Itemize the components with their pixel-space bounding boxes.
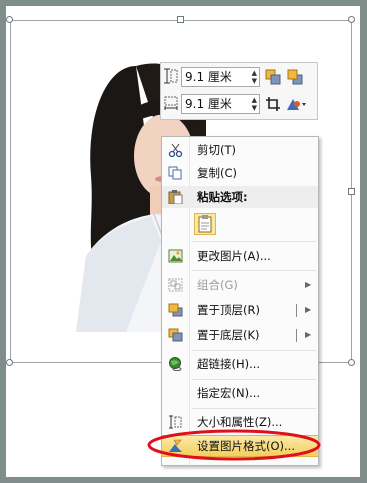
shape-width-icon: [164, 96, 178, 110]
submenu-arrow-icon[interactable]: ▶: [305, 299, 311, 321]
hyperlink-globe-icon: [169, 357, 182, 371]
toolbar-row-height: 9.1 厘米 ▲ ▼: [161, 66, 317, 90]
menu-item-label: 组合(G): [197, 278, 238, 292]
menu-separator: [192, 408, 316, 409]
menu-item-change-picture[interactable]: 更改图片(A)...: [162, 245, 318, 267]
paste-picture-icon: [198, 215, 212, 233]
shape-width-input[interactable]: 9.1 厘米 ▲ ▼: [181, 94, 260, 114]
bring-to-front-icon: [168, 303, 183, 317]
menu-item-label: 置于底层(K): [197, 328, 260, 342]
annotation-ellipse: [147, 429, 321, 461]
shape-width-value: 9.1 厘米: [185, 97, 232, 111]
spin-arrows-icon[interactable]: ▲ ▼: [252, 69, 257, 85]
menu-item-label: 粘贴选项:: [197, 190, 248, 204]
menu-item-label: 置于顶层(R): [197, 303, 260, 317]
menu-item-label: 指定宏(N)...: [197, 386, 261, 400]
shape-height-value: 9.1 厘米: [185, 70, 232, 84]
submenu-arrow-icon: ▶: [305, 280, 312, 289]
send-to-back-icon: [168, 328, 183, 342]
menu-item-hyperlink[interactable]: 超链接(H)...: [162, 353, 318, 375]
shape-height-input[interactable]: 9.1 厘米 ▲ ▼: [181, 67, 260, 87]
menu-item-label: 更改图片(A)...: [197, 249, 271, 263]
resize-handle-middle-right[interactable]: [348, 188, 355, 195]
menu-separator: [192, 241, 316, 242]
split-divider: [296, 329, 297, 342]
resize-handle-top-middle[interactable]: [177, 16, 184, 23]
crop-icon[interactable]: [265, 96, 281, 112]
send-backward-icon[interactable]: [287, 69, 303, 85]
submenu-arrow-icon[interactable]: ▶: [305, 324, 311, 346]
clipboard-icon: [168, 190, 183, 204]
shape-height-icon: [164, 68, 178, 84]
split-divider: [296, 304, 297, 317]
resize-handle-top-left[interactable]: [6, 16, 13, 23]
menu-item-copy[interactable]: 复制(C): [162, 162, 318, 184]
menu-item-bring-to-front[interactable]: 置于顶层(R) ▶: [162, 299, 318, 321]
menu-item-label: 剪切(T): [197, 143, 236, 157]
menu-item-cut[interactable]: 剪切(T): [162, 139, 318, 161]
size-properties-icon: [169, 415, 182, 429]
context-menu: 剪切(T) 复制(C) 粘贴选项: 更改图片(A)... 组合(G) ▶ 置于顶…: [161, 136, 319, 466]
menu-header-paste-options: 粘贴选项:: [162, 186, 318, 208]
menu-item-send-to-back[interactable]: 置于底层(K) ▶: [162, 324, 318, 346]
spin-arrows-icon[interactable]: ▲ ▼: [252, 96, 257, 112]
resize-handle-top-right[interactable]: [348, 16, 355, 23]
mini-toolbar: 9.1 厘米 ▲ ▼ 9.1 厘米 ▲ ▼: [160, 62, 318, 120]
menu-separator: [192, 350, 316, 351]
menu-item-assign-macro[interactable]: 指定宏(N)...: [162, 382, 318, 404]
change-picture-icon: [168, 249, 183, 263]
resize-handle-bottom-right[interactable]: [348, 359, 355, 366]
resize-handle-bottom-left[interactable]: [6, 359, 13, 366]
paste-keep-source-button[interactable]: [194, 213, 216, 235]
toolbar-row-width: 9.1 厘米 ▲ ▼: [161, 93, 317, 117]
picture-styles-icon[interactable]: [285, 96, 307, 112]
menu-separator: [192, 379, 316, 380]
menu-item-group[interactable]: 组合(G) ▶: [162, 274, 318, 296]
copy-icon: [168, 166, 182, 180]
menu-separator: [192, 270, 316, 271]
menu-item-label: 复制(C): [197, 166, 238, 180]
group-icon: [168, 278, 183, 292]
menu-item-label: 超链接(H)...: [197, 357, 261, 371]
bring-forward-icon[interactable]: [265, 69, 281, 85]
scissors-icon: [168, 143, 183, 157]
